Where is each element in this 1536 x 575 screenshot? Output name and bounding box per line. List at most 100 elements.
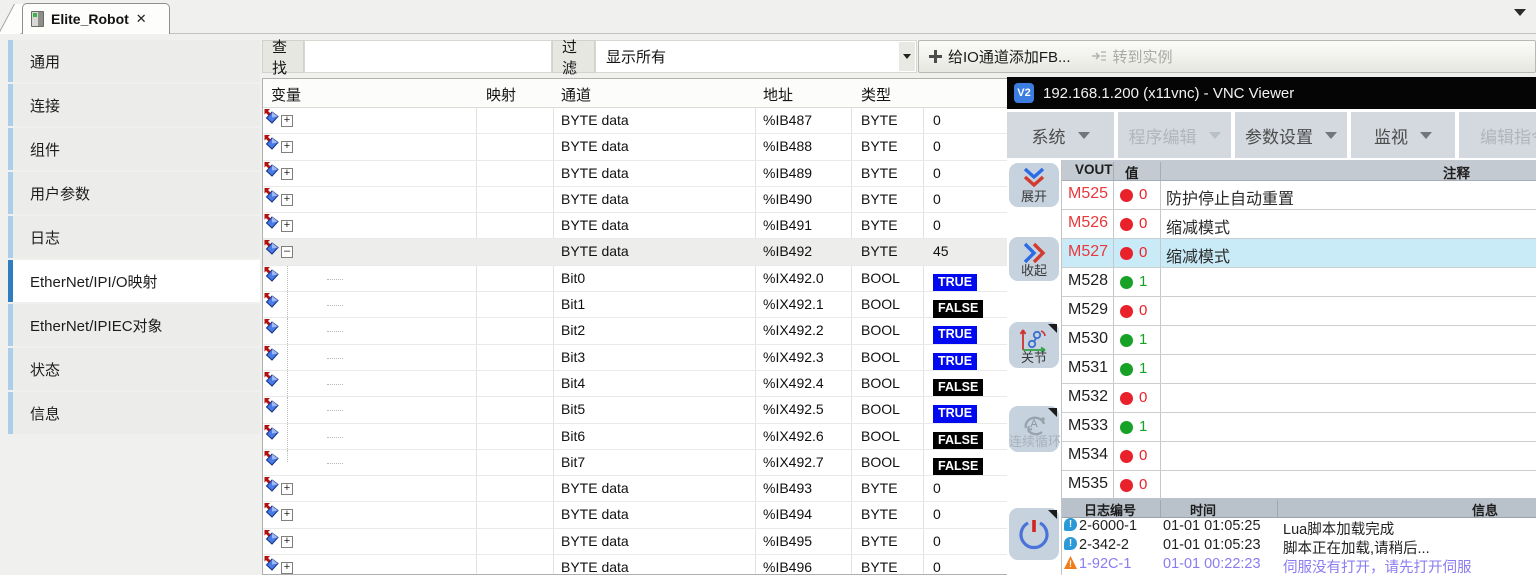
find-input[interactable] <box>304 40 552 73</box>
address-cell: %IB494 <box>763 506 812 522</box>
log-message: Lua脚本加载完成 <box>1283 518 1394 539</box>
vout-row[interactable]: M525 0 防护停止自动重置 <box>1062 181 1536 210</box>
value-cell[interactable]: 0 <box>933 480 941 496</box>
goto-instance-label: 转到实例 <box>1113 46 1173 67</box>
device-icon <box>31 11 44 27</box>
value-cell[interactable]: 0 <box>933 533 941 549</box>
channel-cell: BYTE data <box>561 191 629 207</box>
value-cell[interactable]: 0 <box>933 217 941 233</box>
menu-item[interactable]: 编辑指令 <box>1459 112 1536 158</box>
log-row[interactable]: ! 1-92C-1 01-01 00:22:23 伺服没有打开，请先打开伺服 <box>1062 556 1536 575</box>
log-row[interactable]: ! 2-6000-1 01-01 01:05:25 Lua脚本加载完成 <box>1062 518 1536 537</box>
input-channel-icon <box>263 239 279 255</box>
continuous-loop-button[interactable]: A 连续循环 <box>1009 406 1059 452</box>
channel-cell: BYTE data <box>561 559 629 575</box>
tree-expander-icon[interactable]: + <box>281 220 293 232</box>
vout-row[interactable]: M526 0 缩减模式 <box>1062 210 1536 239</box>
type-cell: BOOL <box>861 270 900 286</box>
joint-button[interactable]: 关节 <box>1009 322 1059 368</box>
sidebar-item[interactable]: 通用 <box>8 40 260 82</box>
menu-item[interactable]: 参数设置 <box>1235 112 1347 158</box>
log-code: 1-92C-1 <box>1079 556 1131 572</box>
vout-value: 1 <box>1139 360 1147 377</box>
power-button[interactable] <box>1009 508 1059 560</box>
chevron-down-icon[interactable] <box>899 42 915 71</box>
vout-row[interactable]: M532 0 <box>1062 384 1536 413</box>
vout-comment: 缩减模式 <box>1166 214 1230 238</box>
vout-row[interactable]: M533 1 <box>1062 413 1536 442</box>
tree-expander-icon[interactable]: + <box>281 509 293 521</box>
tree-expander-icon[interactable]: + <box>281 115 293 127</box>
column-divider <box>1113 162 1114 180</box>
tree-expander-icon[interactable]: + <box>281 141 293 153</box>
sidebar-item-label: 用户参数 <box>30 183 90 204</box>
input-channel-icon <box>263 476 279 492</box>
col-header-address: 地址 <box>763 84 793 105</box>
input-channel-icon <box>263 134 279 150</box>
filter-label: 过滤 <box>552 40 595 73</box>
menu-item[interactable]: 系统 <box>1007 112 1114 158</box>
chevron-down-icon <box>1078 132 1090 139</box>
bool-value-badge: TRUE <box>933 274 977 292</box>
log-message: 伺服没有打开，请先打开伺服 <box>1283 556 1472 575</box>
log-code-col-header: 日志编号 <box>1084 500 1136 519</box>
sidebar-item[interactable]: 用户参数 <box>8 172 260 214</box>
expand-button[interactable]: 展开 <box>1009 163 1059 207</box>
column-divider <box>1160 239 1161 267</box>
tree-expander-icon[interactable]: + <box>281 536 293 548</box>
vout-value: 0 <box>1139 447 1147 464</box>
sidebar-item[interactable]: EtherNet/IPIEC对象 <box>8 304 260 346</box>
add-fb-button[interactable]: 给IO通道添加FB... <box>919 41 1081 72</box>
sidebar-item[interactable]: EtherNet/IPI/O映射 <box>8 260 260 302</box>
tree-expander-icon[interactable]: + <box>281 194 293 206</box>
chevron-down-icon <box>1325 132 1337 139</box>
menu-item[interactable]: 程序编辑 <box>1118 112 1231 158</box>
value-cell[interactable]: 0 <box>933 112 941 128</box>
vout-row[interactable]: M534 0 <box>1062 442 1536 471</box>
column-divider <box>1160 297 1161 325</box>
robot-ui-content: 展开 收起 关节 <box>1007 158 1536 575</box>
goto-instance-button[interactable]: 转到实例 <box>1081 41 1183 72</box>
type-cell: BYTE <box>861 165 898 181</box>
sidebar-item[interactable]: 连接 <box>8 84 260 126</box>
sidebar-item[interactable]: 组件 <box>8 128 260 170</box>
vout-row[interactable]: M527 0 缩减模式 <box>1062 239 1536 268</box>
vout-row[interactable]: M530 1 <box>1062 326 1536 355</box>
tree-expander-icon[interactable]: + <box>281 168 293 180</box>
value-state-dot <box>1120 276 1133 289</box>
type-cell: BOOL <box>861 349 900 365</box>
bool-value-badge: FALSE <box>933 432 983 450</box>
tree-expander-icon[interactable]: – <box>281 246 293 258</box>
vout-row[interactable]: M531 1 <box>1062 355 1536 384</box>
plus-icon <box>929 50 942 63</box>
input-channel-icon <box>263 292 279 308</box>
bool-value-badge: TRUE <box>933 326 977 344</box>
value-cell[interactable]: 45 <box>933 243 949 259</box>
vout-row[interactable]: M529 0 <box>1062 297 1536 326</box>
menu-item[interactable]: 监视 <box>1351 112 1455 158</box>
sidebar-item-label: 通用 <box>30 51 60 72</box>
tree-expander-icon[interactable]: + <box>281 562 293 574</box>
channel-cell: BYTE data <box>561 138 629 154</box>
vnc-title-bar[interactable]: V2 192.168.1.200 (x11vnc) - VNC Viewer <box>1007 77 1536 109</box>
value-cell[interactable]: 0 <box>933 165 941 181</box>
log-row[interactable]: ! 2-342-2 01-01 01:05:23 脚本正在加载,请稍后... <box>1062 537 1536 556</box>
sidebar-item[interactable]: 状态 <box>8 348 260 390</box>
value-cell[interactable]: 0 <box>933 138 941 154</box>
value-cell[interactable]: 0 <box>933 559 941 575</box>
collapse-button[interactable]: 收起 <box>1009 237 1059 281</box>
value-state-dot <box>1120 334 1133 347</box>
tab-elite-robot[interactable]: Elite_Robot ✕ <box>22 3 170 34</box>
sidebar-item[interactable]: 信息 <box>8 392 260 434</box>
tab-list-dropdown-icon[interactable] <box>1514 9 1526 16</box>
filter-dropdown[interactable]: 显示所有 <box>595 40 917 73</box>
vout-row[interactable]: M535 0 <box>1062 471 1536 498</box>
input-channel-icon <box>263 266 279 282</box>
vout-row[interactable]: M528 1 <box>1062 268 1536 297</box>
close-icon[interactable]: ✕ <box>136 11 147 27</box>
value-cell[interactable]: 0 <box>933 191 941 207</box>
value-cell[interactable]: 0 <box>933 506 941 522</box>
tree-expander-icon[interactable]: + <box>281 483 293 495</box>
sidebar-item[interactable]: 日志 <box>8 216 260 258</box>
bool-value-badge: FALSE <box>933 458 983 476</box>
